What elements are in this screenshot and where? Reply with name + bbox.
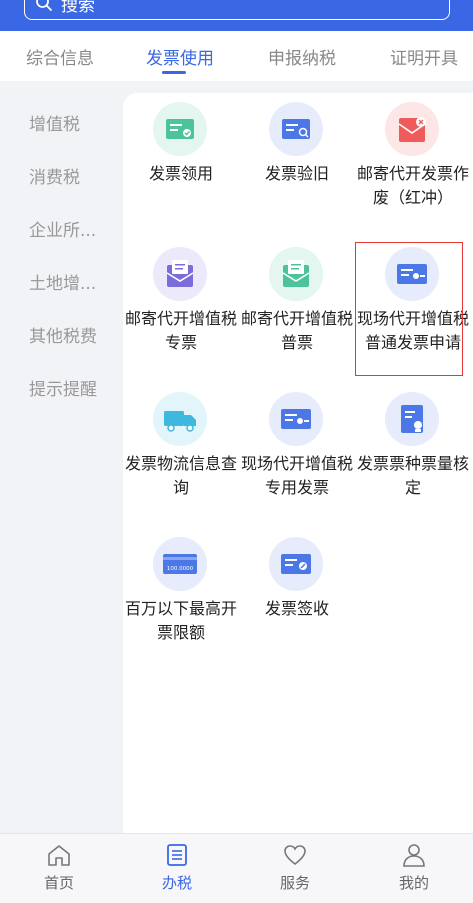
sidebar-item-vat[interactable]: 增值税 xyxy=(29,110,80,135)
invoice-search-icon xyxy=(269,102,323,156)
nav-tax[interactable]: 办税 xyxy=(118,834,236,903)
grid-item-onsite-special[interactable]: 现场代开增值税专用发票 xyxy=(239,392,355,522)
nav-tax-label: 办税 xyxy=(161,874,192,892)
tab-certificate[interactable]: 证明开具 xyxy=(390,44,458,69)
nav-mine[interactable]: 我的 xyxy=(355,834,473,903)
sidebar-item-enterprise-tax[interactable]: 企业所... xyxy=(29,216,96,241)
sidebar: 增值税 消费税 企业所... 土地增... 其他税费 提示提醒 xyxy=(0,81,123,833)
tab-invoice-use[interactable]: 发票使用 xyxy=(146,44,214,69)
grid-item-mail-normal[interactable]: 邮寄代开增值税普票 xyxy=(239,247,355,357)
grid-item-label: 百万以下最高开票限额 xyxy=(124,599,237,642)
sidebar-item-consumption-tax[interactable]: 消费税 xyxy=(29,163,80,188)
tab-bar: 综合信息 发票使用 申报纳税 证明开具 xyxy=(0,31,473,81)
document-stamp-icon xyxy=(385,392,439,446)
grid-item-invoice-quota[interactable]: 发票票种票量核定 xyxy=(355,392,471,502)
tab-general-info[interactable]: 综合信息 xyxy=(26,44,94,69)
list-icon xyxy=(167,844,187,866)
sidebar-item-reminders[interactable]: 提示提醒 xyxy=(29,375,97,400)
grid-item-invoice-verify[interactable]: 发票验旧 xyxy=(239,102,355,222)
heart-icon xyxy=(284,845,306,866)
grid-item-mail-cancel[interactable]: 邮寄代开发票作废（红冲） xyxy=(355,102,471,232)
grid-item-label: 邮寄代开增值税专票 xyxy=(124,309,237,352)
grid-item-label: 邮寄代开增值税普票 xyxy=(240,309,353,352)
search-icon xyxy=(36,0,52,11)
search-input[interactable]: 搜索 xyxy=(24,0,450,20)
nav-mine-label: 我的 xyxy=(398,874,429,892)
grid-item-label: 发票签收 xyxy=(264,599,329,618)
truck-icon xyxy=(153,392,207,446)
grid-item-label: 发票领用 xyxy=(148,164,213,183)
mail-normal-invoice-icon xyxy=(269,247,323,301)
limit-card-icon: 100.0000 xyxy=(153,537,207,591)
sidebar-item-land-tax[interactable]: 土地增... xyxy=(29,269,96,294)
limit-card-amount: 100.0000 xyxy=(167,566,194,572)
bottom-nav: 首页 办税 服务 我的 xyxy=(0,833,473,903)
tab-tax-filing[interactable]: 申报纳税 xyxy=(268,44,336,69)
nav-service-label: 服务 xyxy=(279,874,310,892)
search-placeholder: 搜索 xyxy=(61,0,95,16)
top-bar: 搜索 xyxy=(0,0,473,31)
nav-home[interactable]: 首页 xyxy=(0,834,118,903)
nav-home-label: 首页 xyxy=(43,874,74,892)
mail-special-invoice-icon xyxy=(153,247,207,301)
mail-cancel-icon xyxy=(385,102,439,156)
onsite-special-invoice-icon xyxy=(269,392,323,446)
grid-item-invoice-limit[interactable]: 100.0000 百万以下最高开票限额 xyxy=(123,537,239,647)
grid-item-mail-special[interactable]: 邮寄代开增值税专票 xyxy=(123,247,239,357)
grid-item-label: 现场代开增值税专用发票 xyxy=(240,454,353,497)
home-icon xyxy=(48,845,70,866)
active-tab-indicator xyxy=(162,71,186,74)
user-icon xyxy=(403,844,425,867)
grid-item-label: 邮寄代开发票作废（红冲） xyxy=(356,164,469,207)
nav-service[interactable]: 服务 xyxy=(236,834,354,903)
grid-item-label: 发票物流信息查询 xyxy=(124,454,237,497)
grid-item-logistics[interactable]: 发票物流信息查询 xyxy=(123,392,239,502)
invoice-sign-icon xyxy=(269,537,323,591)
sidebar-item-other-taxes[interactable]: 其他税费 xyxy=(29,322,97,347)
grid-item-label: 发票票种票量核定 xyxy=(356,454,469,497)
grid-item-label: 发票验旧 xyxy=(264,164,329,183)
selection-highlight xyxy=(355,242,463,376)
grid-item-invoice-sign[interactable]: 发票签收 xyxy=(239,537,355,627)
invoice-check-icon xyxy=(153,102,207,156)
grid-item-invoice-apply[interactable]: 发票领用 xyxy=(123,102,239,222)
